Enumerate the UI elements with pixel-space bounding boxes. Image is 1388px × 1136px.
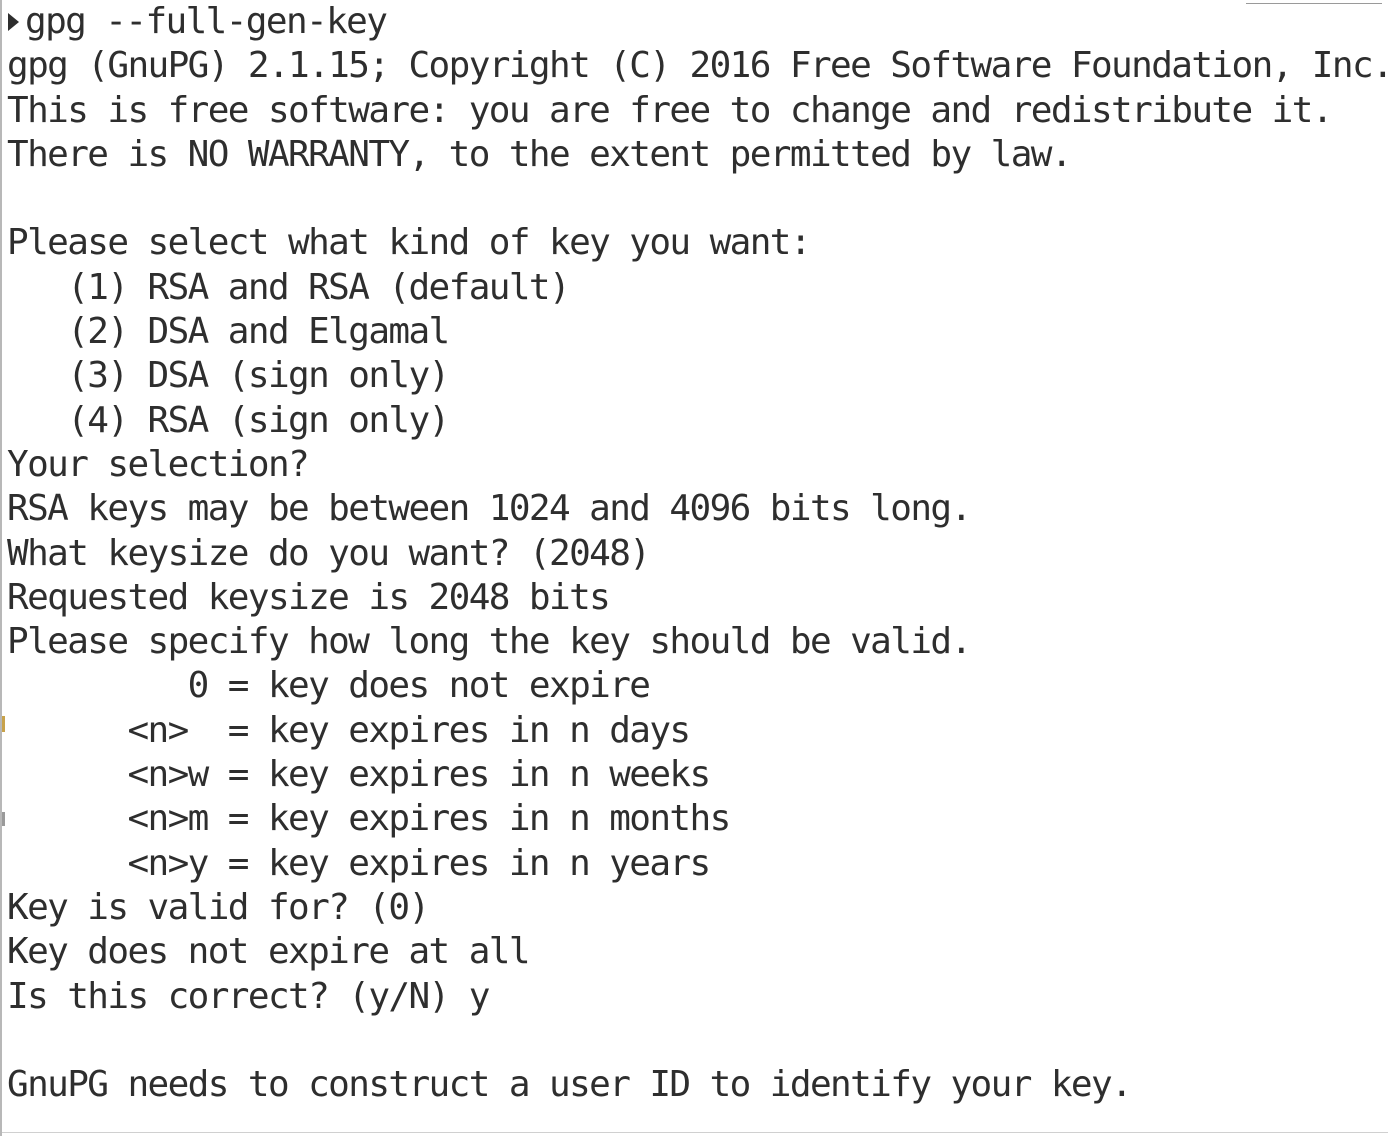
output-line: 0 = key does not expire — [7, 665, 651, 707]
output-line: Key is valid for? (0) — [7, 886, 430, 928]
output-line: There is NO WARRANTY, to the extent perm… — [7, 133, 1073, 175]
prompt-triangle-icon — [8, 13, 19, 32]
output-line: Your selection? — [7, 443, 310, 485]
command-text: gpg --full-gen-key — [25, 1, 388, 42]
output-line: GnuPG needs to construct a user ID to id… — [7, 1064, 1133, 1106]
command-line[interactable]: gpg --full-gen-key — [7, 0, 1388, 44]
output-line: Please specify how long the key should b… — [7, 621, 972, 663]
output-line: Is this correct? (y/N) y — [7, 975, 490, 1017]
output-line: Please select what kind of key you want: — [7, 222, 812, 264]
gutter-marker — [2, 812, 5, 826]
output-line: <n>y = key expires in n years — [7, 842, 711, 884]
output-line: Requested keysize is 2048 bits — [7, 576, 611, 618]
output-line: What keysize do you want? (2048) — [7, 532, 651, 574]
output-line: This is free software: you are free to c… — [7, 89, 1333, 131]
output-line: RSA keys may be between 1024 and 4096 bi… — [7, 488, 972, 530]
terminal-window: gpg --full-gen-key gpg (GnuPG) 2.1.15; C… — [0, 0, 1388, 1136]
output-line: (3) DSA (sign only) — [7, 355, 450, 397]
output-line: (2) DSA and Elgamal — [7, 311, 450, 353]
output-line: (4) RSA (sign only) — [7, 399, 450, 441]
output-line: <n>m = key expires in n months — [7, 798, 731, 840]
output-line: <n>w = key expires in n weeks — [7, 754, 711, 796]
gutter-marker — [2, 716, 5, 732]
output-line: (1) RSA and RSA (default) — [7, 266, 570, 308]
terminal-output: gpg --full-gen-key gpg (GnuPG) 2.1.15; C… — [7, 0, 1388, 1107]
output-line: <n> = key expires in n days — [7, 709, 691, 751]
output-line: gpg (GnuPG) 2.1.15; Copyright (C) 2016 F… — [7, 45, 1388, 87]
bottom-divider — [2, 1132, 1388, 1133]
output-line: Key does not expire at all — [7, 931, 531, 973]
